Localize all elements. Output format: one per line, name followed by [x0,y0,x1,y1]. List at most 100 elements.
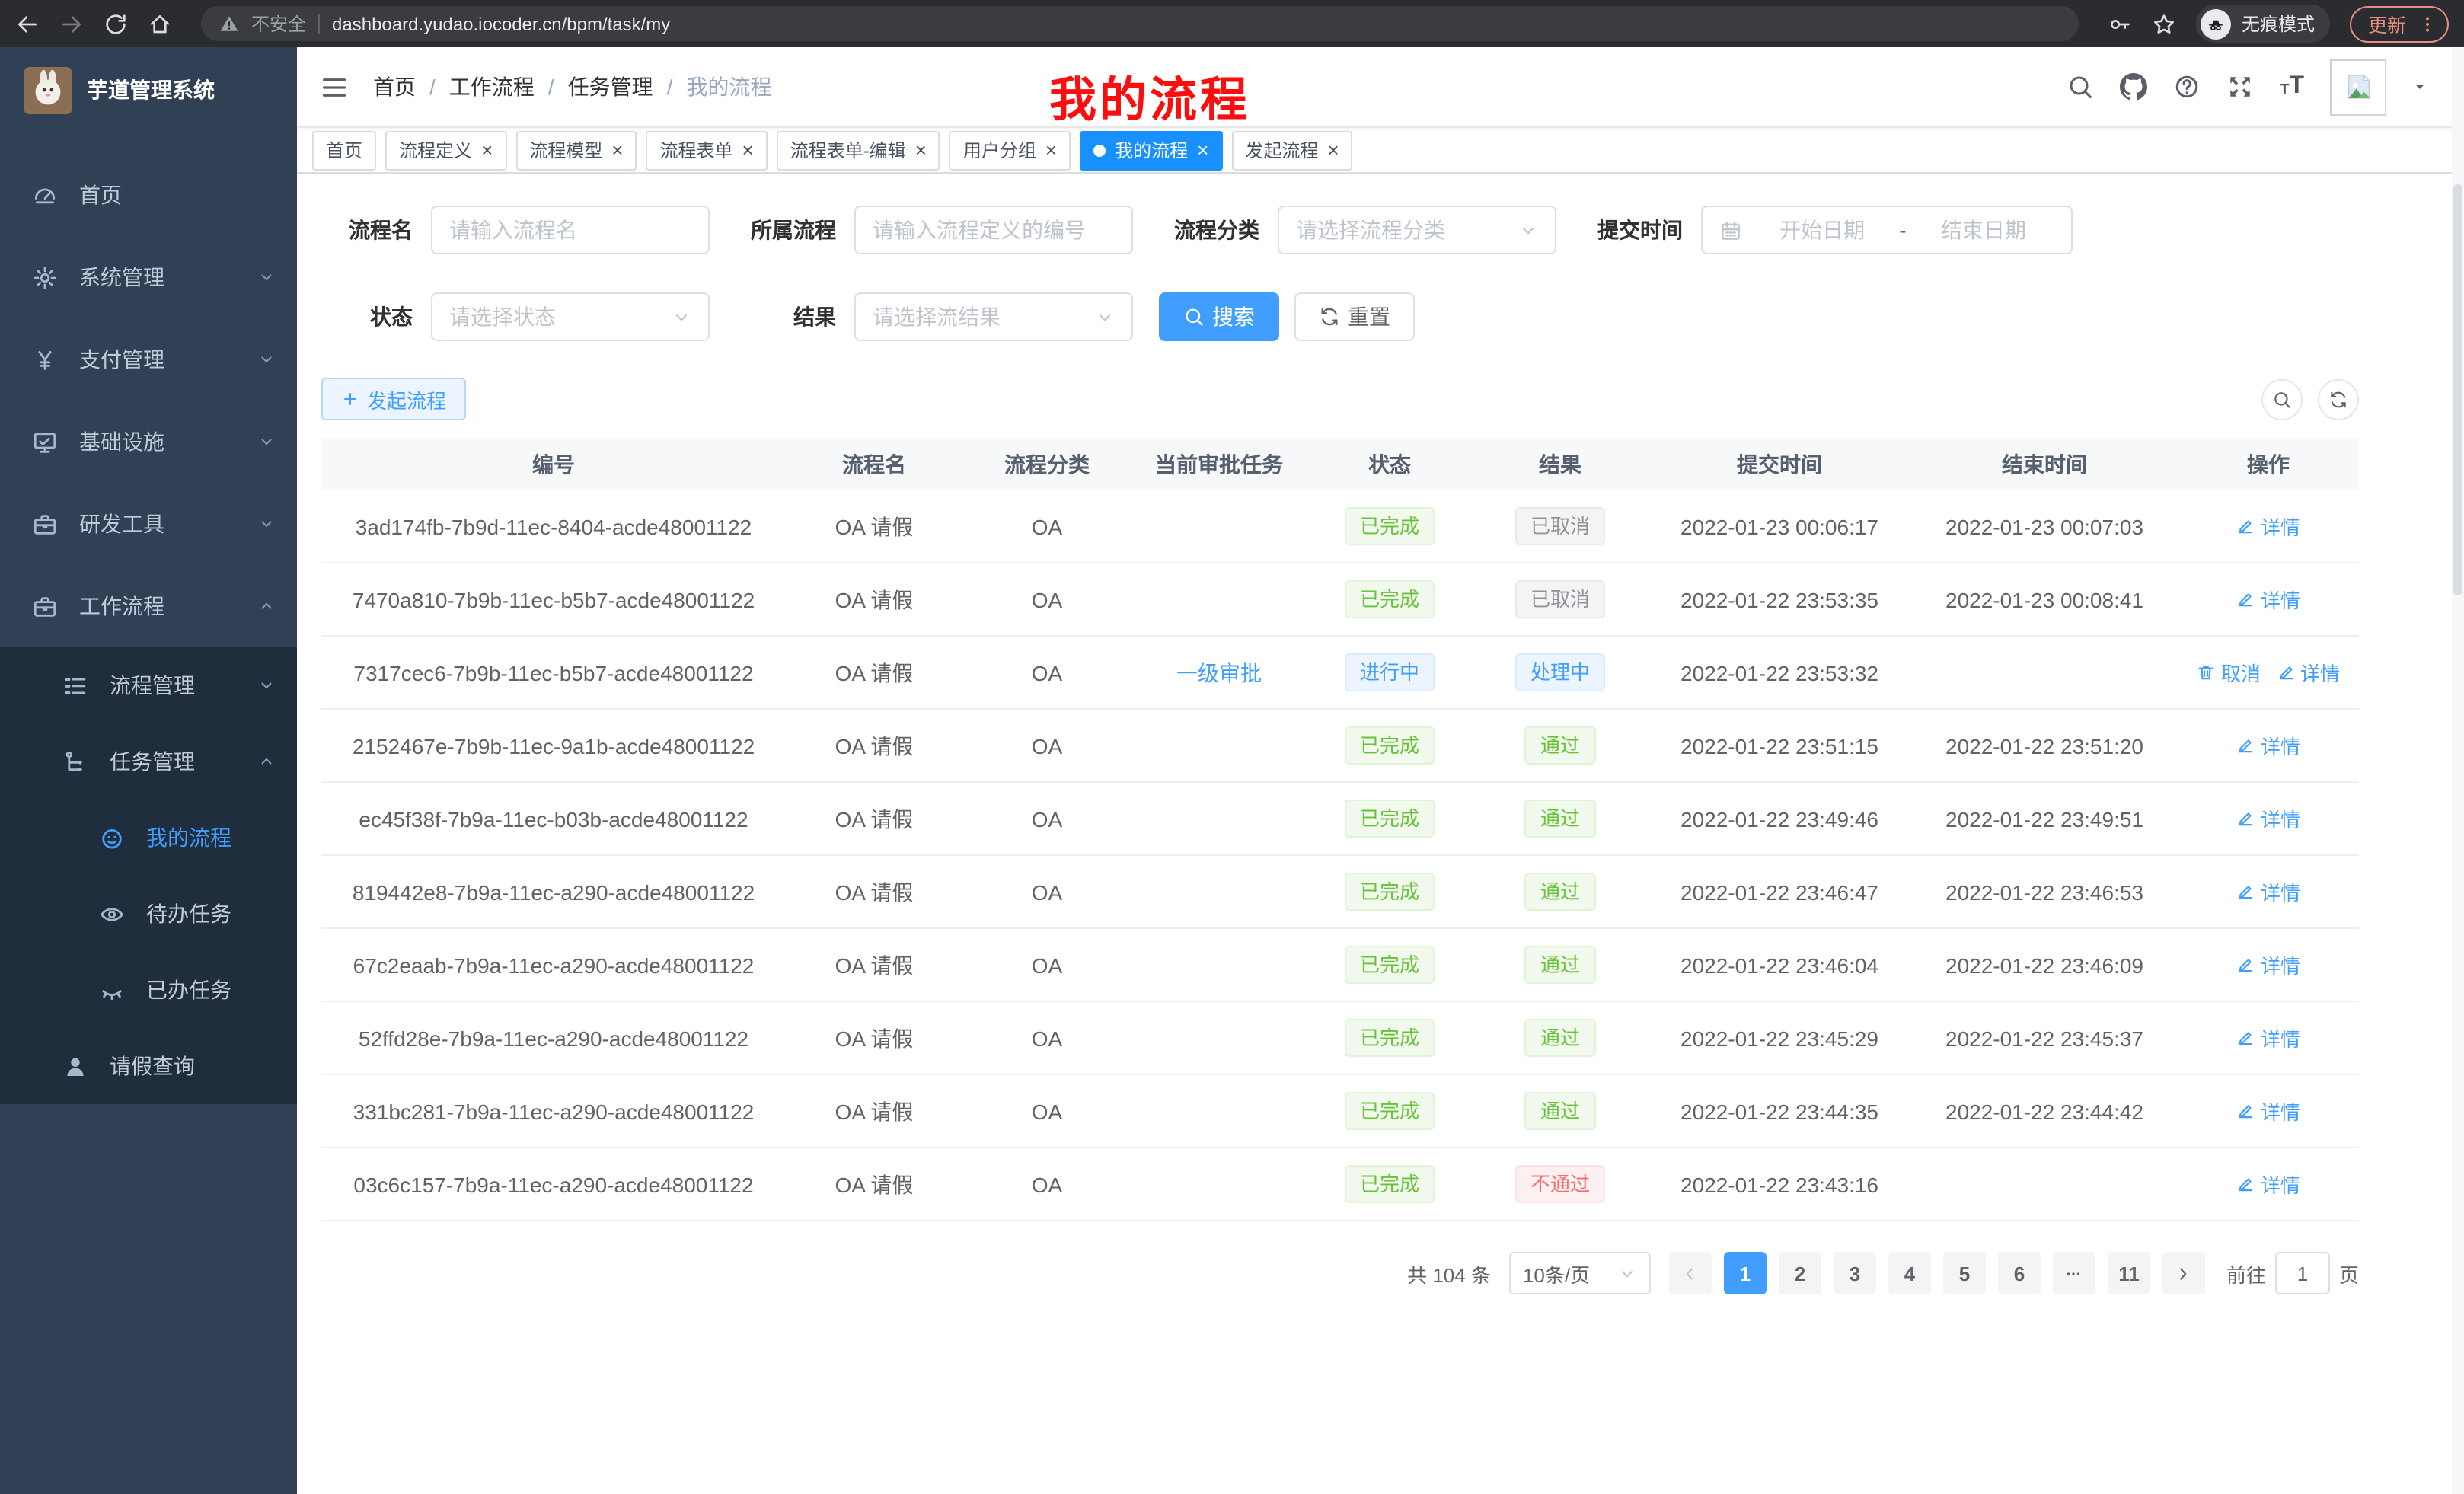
status-select[interactable]: 请选择状态 [431,292,710,341]
tab-start-process[interactable]: 发起流程× [1231,130,1352,170]
sidebar-item-leave-query[interactable]: 请假查询 [0,1028,297,1104]
start-date-placeholder[interactable]: 开始日期 [1751,215,1893,245]
tab-process-definition[interactable]: 流程定义× [385,130,506,170]
tab-process-model[interactable]: 流程模型× [515,130,637,170]
sidebar-item-infrastructure[interactable]: 基础设施 [0,401,297,483]
chevron-down-icon [257,268,276,286]
detail-link[interactable]: 详情 [2236,804,2300,833]
cell-submit-time: 2022-01-22 23:46:04 [1648,953,1911,977]
filter-submit-time: 提交时间 开始日期 - 结束日期 [1570,206,2073,254]
navbar-actions: TT [2067,59,2427,115]
detail-link[interactable]: 详情 [2236,731,2300,760]
avatar-caret-icon[interactable] [2412,79,2427,94]
cancel-link[interactable]: 取消 [2197,658,2261,687]
browser-forward-icon[interactable] [59,11,84,36]
process-category-select[interactable]: 请选择流程分类 [1278,206,1556,254]
tab-home[interactable]: 首页 [312,130,376,170]
detail-link[interactable]: 详情 [2236,585,2300,614]
goto-page-input[interactable] [2275,1252,2330,1294]
close-icon[interactable]: × [742,140,754,160]
refresh-table-button[interactable] [2318,378,2359,420]
pagination-more[interactable] [2053,1252,2095,1294]
close-icon[interactable]: × [1327,140,1339,160]
sidebar-item-done-tasks[interactable]: 已办任务 [0,952,297,1028]
sidebar-item-system-management[interactable]: 系统管理 [0,236,297,318]
github-icon[interactable] [2120,73,2147,101]
result-select[interactable]: 请选择流结果 [854,292,1133,341]
close-icon[interactable]: × [1045,140,1057,160]
pagination-next-button[interactable] [2162,1252,2205,1294]
breadcrumb-item[interactable]: 任务管理 [568,72,653,102]
sidebar-item-my-process[interactable]: 我的流程 [0,800,297,876]
fullscreen-icon[interactable] [2226,73,2254,101]
close-icon[interactable]: × [1197,140,1208,160]
detail-link[interactable]: 详情 [2236,1097,2300,1125]
browser-home-icon[interactable] [148,11,172,36]
password-key-icon[interactable] [2108,11,2132,36]
pagination-page-1[interactable]: 1 [1724,1252,1767,1294]
scrollbar-thumb[interactable] [2453,184,2462,595]
start-process-button[interactable]: 发起流程 [321,378,466,420]
page-size-select[interactable]: 10条/页 [1509,1252,1651,1294]
help-icon[interactable] [2173,73,2201,101]
status-badge: 已完成 [1345,507,1435,545]
tab-my-process[interactable]: 我的流程× [1080,130,1222,170]
sidebar-item-home[interactable]: 首页 [0,154,297,236]
detail-link[interactable]: 详情 [2236,1170,2300,1199]
font-size-icon[interactable]: TT [2280,75,2304,99]
toggle-search-button[interactable] [2261,378,2303,420]
hamburger-icon[interactable] [320,72,349,101]
sidebar-item-process-management[interactable]: 流程管理 [0,647,297,723]
search-button[interactable]: 搜索 [1159,292,1279,341]
cell-submit-time: 2022-01-22 23:53:32 [1648,660,1911,685]
close-icon[interactable]: × [611,140,623,160]
detail-link[interactable]: 详情 [2276,658,2340,687]
pagination-page-2[interactable]: 2 [1779,1252,1821,1294]
table-row: 7470a810-7b9b-11ec-b5b7-acde48001122OA 请… [321,563,2359,637]
avatar[interactable] [2330,59,2386,115]
bookmark-star-icon[interactable] [2152,11,2176,36]
detail-link[interactable]: 详情 [2236,512,2300,541]
table-row: 819442e8-7b9a-11ec-a290-acde48001122OA 请… [321,856,2359,929]
sidebar-item-payment-management[interactable]: 支付管理 [0,318,297,401]
pagination-page-6[interactable]: 6 [1998,1252,2041,1294]
detail-link[interactable]: 详情 [2236,950,2300,979]
pagination-page-3[interactable]: 3 [1834,1252,1876,1294]
close-icon[interactable]: × [915,140,927,160]
table-row: 03c6c157-7b9a-11ec-a290-acde48001122OA 请… [321,1148,2359,1221]
breadcrumb-item[interactable]: 工作流程 [449,72,535,102]
tab-process-form-edit[interactable]: 流程表单-编辑× [777,130,940,170]
pagination-page-5[interactable]: 5 [1943,1252,1986,1294]
table-row: ec45f38f-7b9a-11ec-b03b-acde48001122OA 请… [321,783,2359,856]
sidebar-item-dev-tools[interactable]: 研发工具 [0,483,297,565]
sidebar-logo-row[interactable]: 芋道管理系统 [0,47,297,132]
tab-user-group[interactable]: 用户分组× [950,130,1071,170]
detail-link[interactable]: 详情 [2236,1023,2300,1052]
close-icon[interactable]: × [481,140,493,160]
sidebar-item-workflow[interactable]: 工作流程 [0,565,297,647]
task-link[interactable]: 一级审批 [1176,660,1262,685]
search-icon[interactable] [2067,73,2094,101]
process-definition-input[interactable] [854,206,1133,254]
detail-link[interactable]: 详情 [2236,877,2300,906]
submit-time-range-picker[interactable]: 开始日期 - 结束日期 [1701,206,2073,254]
address-bar[interactable]: 不安全 dashboard.yudao.iocoder.cn/bpm/task/… [201,6,2079,41]
cell-category: OA [962,953,1131,977]
end-date-placeholder[interactable]: 结束日期 [1913,215,2054,245]
browser-menu-icon[interactable] [2417,13,2438,34]
sidebar-item-task-management[interactable]: 任务管理 [0,723,297,800]
browser-update-button[interactable]: 更新 [2350,5,2449,42]
pagination-page-4[interactable]: 4 [1888,1252,1931,1294]
breadcrumb-item[interactable]: 首页 [373,72,416,102]
cell-id: 819442e8-7b9a-11ec-a290-acde48001122 [321,879,786,904]
process-name-input[interactable] [431,206,710,254]
tab-process-form[interactable]: 流程表单× [646,130,767,170]
cell-category: OA [962,733,1131,758]
browser-back-icon[interactable] [15,11,40,36]
pagination-page-11[interactable]: 11 [2108,1252,2150,1294]
sidebar-item-todo-tasks[interactable]: 待办任务 [0,876,297,952]
page-scrollbar[interactable] [2452,47,2464,1494]
pagination-prev-button[interactable] [1669,1252,1712,1294]
reset-button[interactable]: 重置 [1294,292,1415,341]
browser-reload-icon[interactable] [104,11,128,36]
